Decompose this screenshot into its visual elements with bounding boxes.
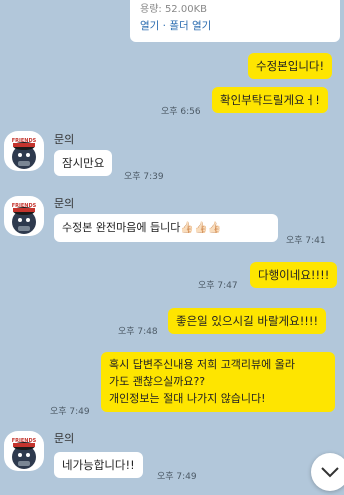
friends-character-icon: FRIENDS [12,438,37,469]
my-message-bubble[interactable]: 확인부탁드릴게요ㅓ! [212,87,328,113]
open-folder-link[interactable]: 폴더 열기 [169,20,211,32]
file-size: 용량: 52.00KB [140,4,207,15]
open-file-link[interactable]: 열기 [140,20,159,32]
avatar[interactable]: FRIENDS [4,196,44,236]
friends-character-icon: FRIENDS [12,138,37,169]
sender-name: 문의 [54,432,75,445]
my-message-bubble[interactable]: 다행이네요!!!! [250,262,338,288]
message-time: 오후 7:49 [50,407,90,417]
my-message-bubble[interactable]: 혹시 답변주신내용 저희 고객리뷰에 올라 가도 괜찮으실까요?? 개인정보는 … [101,352,335,412]
message-line: 가도 괜찮으실까요?? [109,375,206,388]
svg-text:FRIENDS: FRIENDS [12,138,37,144]
chevron-down-icon [321,467,339,478]
message-line: 혹시 답변주신내용 저희 고객리뷰에 올라 [109,358,296,371]
my-message-bubble[interactable]: 좋은일 있으시길 바랄게요!!!! [168,308,327,334]
message-time: 오후 7:41 [286,236,326,246]
their-message-bubble[interactable]: 수정본 완전마음에 듭니다👍🏻👍🏻👍🏻 [54,214,278,242]
avatar[interactable]: FRIENDS [4,131,44,171]
sender-name: 문의 [54,197,75,210]
file-actions: 열기 · 폴더 열기 [140,18,211,33]
sender-name: 문의 [54,133,75,146]
svg-text:FRIENDS: FRIENDS [12,203,37,209]
my-message-bubble[interactable]: 수정본입니다! [248,53,333,79]
friends-character-icon: FRIENDS [12,203,37,234]
file-attachment-card: 용량: 52.00KB 열기 · 폴더 열기 [130,0,340,42]
svg-text:FRIENDS: FRIENDS [12,438,37,444]
their-message-bubble[interactable]: 네가능합니다!! [54,452,143,478]
message-time: 오후 6:56 [161,107,201,117]
message-time: 오후 7:49 [157,472,197,482]
message-line: 개인정보는 절대 나가지 않습니다! [109,392,266,405]
message-time: 오후 7:48 [118,327,158,337]
message-time: 오후 7:39 [124,172,164,182]
their-message-bubble[interactable]: 잠시만요 [54,150,113,176]
message-time: 오후 7:47 [198,281,238,291]
avatar[interactable]: FRIENDS [4,431,44,471]
separator: · [162,20,167,32]
scroll-to-bottom-button[interactable] [311,453,344,491]
